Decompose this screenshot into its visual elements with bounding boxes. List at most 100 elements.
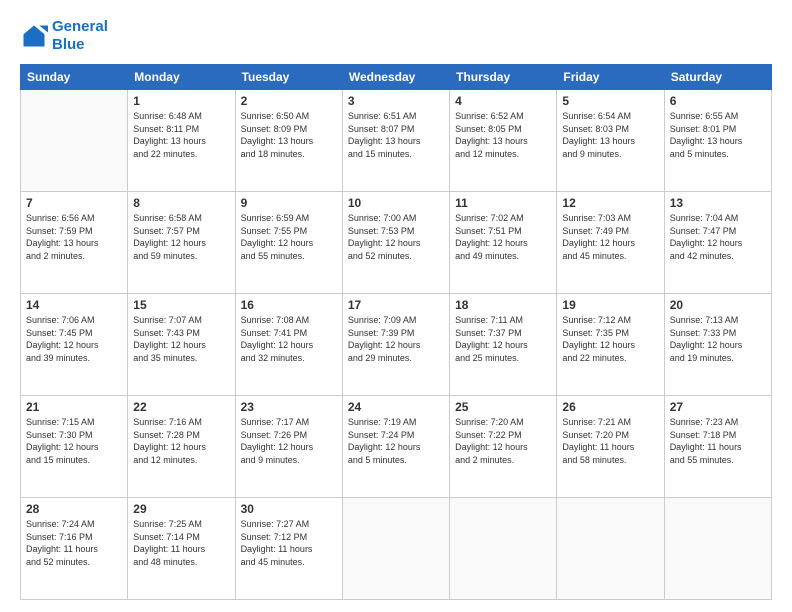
day-cell: 21 Sunrise: 7:15 AM Sunset: 7:30 PM Dayli… — [21, 396, 128, 498]
day-info: Sunrise: 6:59 AM Sunset: 7:55 PM Dayligh… — [241, 212, 337, 262]
day-number: 12 — [562, 196, 658, 210]
day-cell: 5 Sunrise: 6:54 AM Sunset: 8:03 PM Daylig… — [557, 90, 664, 192]
day-cell — [664, 498, 771, 600]
day-number: 24 — [348, 400, 444, 414]
day-cell: 22 Sunrise: 7:16 AM Sunset: 7:28 PM Dayli… — [128, 396, 235, 498]
day-info: Sunrise: 6:56 AM Sunset: 7:59 PM Dayligh… — [26, 212, 122, 262]
day-cell: 20 Sunrise: 7:13 AM Sunset: 7:33 PM Dayli… — [664, 294, 771, 396]
day-info: Sunrise: 7:23 AM Sunset: 7:18 PM Dayligh… — [670, 416, 766, 466]
day-info: Sunrise: 7:08 AM Sunset: 7:41 PM Dayligh… — [241, 314, 337, 364]
day-info: Sunrise: 7:17 AM Sunset: 7:26 PM Dayligh… — [241, 416, 337, 466]
day-info: Sunrise: 7:25 AM Sunset: 7:14 PM Dayligh… — [133, 518, 229, 568]
week-row-2: 14 Sunrise: 7:06 AM Sunset: 7:45 PM Dayli… — [21, 294, 772, 396]
week-row-3: 21 Sunrise: 7:15 AM Sunset: 7:30 PM Dayli… — [21, 396, 772, 498]
day-cell: 28 Sunrise: 7:24 AM Sunset: 7:16 PM Dayli… — [21, 498, 128, 600]
day-number: 13 — [670, 196, 766, 210]
day-cell: 23 Sunrise: 7:17 AM Sunset: 7:26 PM Dayli… — [235, 396, 342, 498]
day-number: 14 — [26, 298, 122, 312]
day-cell: 19 Sunrise: 7:12 AM Sunset: 7:35 PM Dayli… — [557, 294, 664, 396]
day-number: 26 — [562, 400, 658, 414]
day-cell: 24 Sunrise: 7:19 AM Sunset: 7:24 PM Dayli… — [342, 396, 449, 498]
day-number: 1 — [133, 94, 229, 108]
day-info: Sunrise: 6:54 AM Sunset: 8:03 PM Dayligh… — [562, 110, 658, 160]
day-number: 2 — [241, 94, 337, 108]
day-info: Sunrise: 7:02 AM Sunset: 7:51 PM Dayligh… — [455, 212, 551, 262]
day-cell: 12 Sunrise: 7:03 AM Sunset: 7:49 PM Dayli… — [557, 192, 664, 294]
day-info: Sunrise: 7:06 AM Sunset: 7:45 PM Dayligh… — [26, 314, 122, 364]
day-info: Sunrise: 6:48 AM Sunset: 8:11 PM Dayligh… — [133, 110, 229, 160]
logo-text: General Blue — [52, 18, 108, 54]
day-number: 5 — [562, 94, 658, 108]
day-number: 9 — [241, 196, 337, 210]
day-cell: 14 Sunrise: 7:06 AM Sunset: 7:45 PM Dayli… — [21, 294, 128, 396]
day-number: 30 — [241, 502, 337, 516]
day-info: Sunrise: 7:15 AM Sunset: 7:30 PM Dayligh… — [26, 416, 122, 466]
day-info: Sunrise: 7:00 AM Sunset: 7:53 PM Dayligh… — [348, 212, 444, 262]
day-cell: 7 Sunrise: 6:56 AM Sunset: 7:59 PM Daylig… — [21, 192, 128, 294]
page: General Blue SundayMondayTuesdayWednesda… — [0, 0, 792, 612]
day-info: Sunrise: 7:07 AM Sunset: 7:43 PM Dayligh… — [133, 314, 229, 364]
day-cell: 9 Sunrise: 6:59 AM Sunset: 7:55 PM Daylig… — [235, 192, 342, 294]
day-info: Sunrise: 6:58 AM Sunset: 7:57 PM Dayligh… — [133, 212, 229, 262]
day-info: Sunrise: 7:04 AM Sunset: 7:47 PM Dayligh… — [670, 212, 766, 262]
day-cell — [557, 498, 664, 600]
calendar-table: SundayMondayTuesdayWednesdayThursdayFrid… — [20, 64, 772, 600]
day-info: Sunrise: 7:21 AM Sunset: 7:20 PM Dayligh… — [562, 416, 658, 466]
logo-icon — [20, 22, 48, 50]
day-number: 15 — [133, 298, 229, 312]
day-info: Sunrise: 7:20 AM Sunset: 7:22 PM Dayligh… — [455, 416, 551, 466]
day-info: Sunrise: 7:24 AM Sunset: 7:16 PM Dayligh… — [26, 518, 122, 568]
weekday-saturday: Saturday — [664, 65, 771, 90]
week-row-0: 1 Sunrise: 6:48 AM Sunset: 8:11 PM Daylig… — [21, 90, 772, 192]
day-cell: 27 Sunrise: 7:23 AM Sunset: 7:18 PM Dayli… — [664, 396, 771, 498]
day-cell: 4Sunrise: 6:52 AM Sunset: 8:05 PM Daylig… — [450, 90, 557, 192]
weekday-thursday: Thursday — [450, 65, 557, 90]
day-number: 8 — [133, 196, 229, 210]
weekday-monday: Monday — [128, 65, 235, 90]
day-cell: 10 Sunrise: 7:00 AM Sunset: 7:53 PM Dayli… — [342, 192, 449, 294]
day-cell: 8 Sunrise: 6:58 AM Sunset: 7:57 PM Daylig… — [128, 192, 235, 294]
day-info: Sunrise: 7:12 AM Sunset: 7:35 PM Dayligh… — [562, 314, 658, 364]
day-cell: 15 Sunrise: 7:07 AM Sunset: 7:43 PM Dayli… — [128, 294, 235, 396]
day-cell: 2 Sunrise: 6:50 AM Sunset: 8:09 PM Daylig… — [235, 90, 342, 192]
day-cell: 18Sunrise: 7:11 AM Sunset: 7:37 PM Dayli… — [450, 294, 557, 396]
day-number: 23 — [241, 400, 337, 414]
day-cell: 13 Sunrise: 7:04 AM Sunset: 7:47 PM Dayli… — [664, 192, 771, 294]
day-info: Sunrise: 7:03 AM Sunset: 7:49 PM Dayligh… — [562, 212, 658, 262]
day-number: 28 — [26, 502, 122, 516]
day-info: Sunrise: 6:50 AM Sunset: 8:09 PM Dayligh… — [241, 110, 337, 160]
day-cell: 1 Sunrise: 6:48 AM Sunset: 8:11 PM Daylig… — [128, 90, 235, 192]
logo: General Blue — [20, 18, 108, 54]
day-number: 20 — [670, 298, 766, 312]
day-info: Sunrise: 6:51 AM Sunset: 8:07 PM Dayligh… — [348, 110, 444, 160]
day-info: Sunrise: 7:11 AM Sunset: 7:37 PM Dayligh… — [455, 314, 551, 364]
week-row-1: 7 Sunrise: 6:56 AM Sunset: 7:59 PM Daylig… — [21, 192, 772, 294]
day-number: 27 — [670, 400, 766, 414]
day-number: 21 — [26, 400, 122, 414]
day-number: 22 — [133, 400, 229, 414]
day-number: 11 — [455, 196, 551, 210]
day-number: 25 — [455, 400, 551, 414]
day-number: 6 — [670, 94, 766, 108]
day-number: 7 — [26, 196, 122, 210]
day-number: 17 — [348, 298, 444, 312]
day-info: Sunrise: 7:09 AM Sunset: 7:39 PM Dayligh… — [348, 314, 444, 364]
day-info: Sunrise: 7:19 AM Sunset: 7:24 PM Dayligh… — [348, 416, 444, 466]
day-number: 19 — [562, 298, 658, 312]
day-number: 4 — [455, 94, 551, 108]
day-info: Sunrise: 7:13 AM Sunset: 7:33 PM Dayligh… — [670, 314, 766, 364]
header: General Blue — [20, 18, 772, 54]
day-cell: 30 Sunrise: 7:27 AM Sunset: 7:12 PM Dayli… — [235, 498, 342, 600]
day-info: Sunrise: 7:16 AM Sunset: 7:28 PM Dayligh… — [133, 416, 229, 466]
day-cell: 25 Sunrise: 7:20 AM Sunset: 7:22 PM Dayli… — [450, 396, 557, 498]
day-number: 3 — [348, 94, 444, 108]
day-cell: 11 Sunrise: 7:02 AM Sunset: 7:51 PM Dayli… — [450, 192, 557, 294]
weekday-header-row: SundayMondayTuesdayWednesdayThursdayFrid… — [21, 65, 772, 90]
day-number: 29 — [133, 502, 229, 516]
weekday-sunday: Sunday — [21, 65, 128, 90]
day-cell: 6 Sunrise: 6:55 AM Sunset: 8:01 PM Daylig… — [664, 90, 771, 192]
day-info: Sunrise: 7:27 AM Sunset: 7:12 PM Dayligh… — [241, 518, 337, 568]
day-number: 10 — [348, 196, 444, 210]
day-cell: 17 Sunrise: 7:09 AM Sunset: 7:39 PM Dayli… — [342, 294, 449, 396]
day-info: Sunrise: 6:55 AM Sunset: 8:01 PM Dayligh… — [670, 110, 766, 160]
